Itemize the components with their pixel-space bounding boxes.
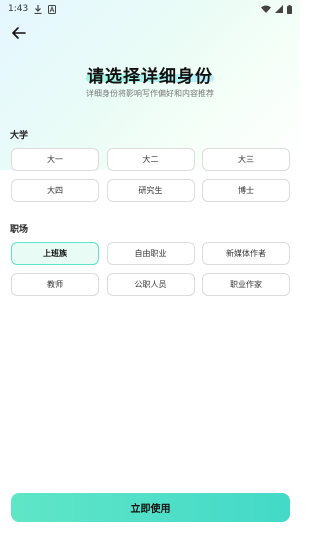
- wifi-icon: [261, 5, 271, 13]
- option-freelancer[interactable]: 自由职业: [106, 242, 195, 265]
- university-options: 大一 大二 大三 大四 研究生 博士: [11, 148, 290, 202]
- option-graduate[interactable]: 研究生: [106, 179, 195, 202]
- page-subtitle: 详细身份将影响写作偏好和内容推荐: [86, 89, 214, 98]
- status-time: 1:43: [8, 4, 29, 14]
- option-new-media-author[interactable]: 新媒体作者: [202, 242, 290, 265]
- option-civil-servant[interactable]: 公职人员: [106, 273, 195, 296]
- a-badge-icon: [48, 4, 57, 14]
- section-label-workplace: 职场: [10, 225, 29, 235]
- option-sophomore[interactable]: 大二: [106, 148, 195, 171]
- signal-icon: [275, 5, 283, 13]
- page-title: 请选择详细身份: [87, 67, 213, 87]
- use-now-button[interactable]: 立即使用: [11, 493, 290, 522]
- arrow-left-icon: [12, 24, 26, 43]
- back-button[interactable]: [8, 22, 30, 44]
- battery-icon: [287, 4, 292, 14]
- option-junior[interactable]: 大三: [202, 148, 290, 171]
- option-phd[interactable]: 博士: [202, 179, 290, 202]
- option-senior[interactable]: 大四: [11, 179, 99, 202]
- option-freshman[interactable]: 大一: [11, 148, 99, 171]
- status-bar: 1:43: [0, 0, 300, 18]
- option-professional-writer[interactable]: 职业作家: [202, 273, 290, 296]
- download-icon: [34, 4, 42, 14]
- workplace-options: 上班族 自由职业 新媒体作者 教师 公职人员 职业作家: [11, 242, 290, 296]
- section-label-university: 大学: [10, 131, 29, 141]
- option-office-worker[interactable]: 上班族: [11, 242, 99, 265]
- option-teacher[interactable]: 教师: [11, 273, 99, 296]
